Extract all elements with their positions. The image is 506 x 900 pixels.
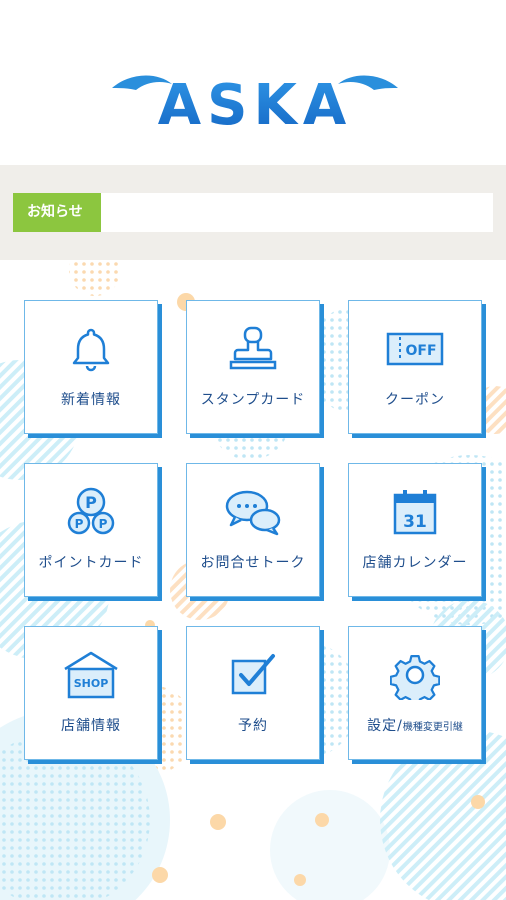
notice-bar[interactable]: お知らせ (13, 193, 493, 232)
menu-label: ポイントカード (38, 555, 144, 571)
coupon-icon: OFF (386, 332, 444, 366)
menu-sublabel: 機種変更引継 (402, 722, 463, 733)
menu-label: 新着情報 (61, 392, 121, 408)
notice-label: お知らせ (13, 193, 101, 232)
menu-tile-store-info[interactable]: SHOP 店舗情報 (24, 626, 158, 760)
menu-tile-point-card[interactable]: P P P ポイントカード (24, 463, 158, 597)
menu-label: 店舗情報 (61, 718, 121, 734)
menu-tile-stamp-card[interactable]: スタンプカード (186, 300, 320, 434)
menu-tile-store-calendar[interactable]: 31 店舗カレンダー (348, 463, 482, 597)
svg-text:P: P (85, 493, 97, 512)
menu-tile-settings[interactable]: 設定/機種変更引継 (348, 626, 482, 760)
menu-label: スタンプカード (200, 392, 306, 408)
chat-icon (225, 490, 281, 536)
stamp-icon (229, 326, 277, 370)
menu-tile-coupon[interactable]: OFF クーポン (348, 300, 482, 434)
checkbox-icon (231, 654, 275, 695)
menu-label: 店舗カレンダー (362, 555, 468, 571)
svg-text:OFF: OFF (405, 343, 436, 359)
menu-tile-news[interactable]: 新着情報 (24, 300, 158, 434)
svg-text:SHOP: SHOP (74, 677, 109, 690)
app-header: ASKA (0, 0, 506, 165)
svg-text:31: 31 (403, 512, 427, 532)
bell-icon (72, 328, 110, 372)
calendar-icon: 31 (393, 490, 437, 535)
menu-label: 設定/機種変更引継 (349, 715, 481, 735)
menu-label: 予約 (238, 718, 268, 734)
shop-icon: SHOP (64, 651, 118, 699)
menu-label: クーポン (385, 392, 445, 408)
gear-icon (390, 654, 440, 700)
menu-label: お問合せトーク (200, 555, 306, 571)
logo-text: ASKA (158, 73, 352, 132)
svg-text:P: P (99, 517, 108, 531)
menu-tile-inquiry-talk[interactable]: お問合せトーク (186, 463, 320, 597)
menu-label-main: 設定/ (367, 718, 403, 734)
menu-tile-reservation[interactable]: 予約 (186, 626, 320, 760)
aska-logo: ASKA (112, 73, 398, 132)
point-card-icon: P P P (67, 487, 115, 535)
svg-text:P: P (75, 517, 84, 531)
